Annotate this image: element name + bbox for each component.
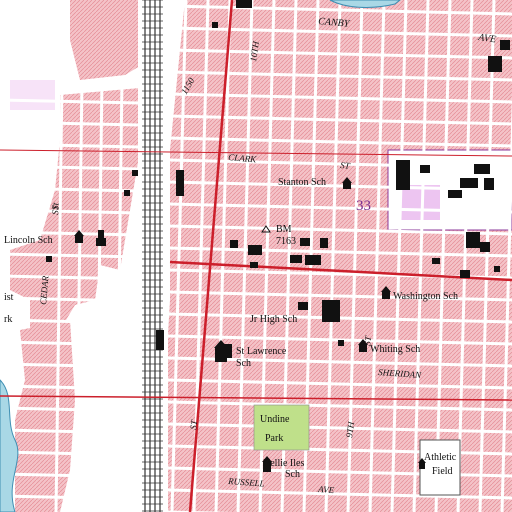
building [305,255,321,265]
urban-area-southwest [15,320,75,512]
building [480,242,490,252]
building [298,302,308,310]
west-st-label: St [50,202,61,210]
building [320,238,328,248]
nellie-sch-label: Sch [285,469,300,480]
building [322,300,340,322]
purple-fill-2 [10,80,55,110]
field-label: Field [432,466,453,477]
stanton-school-label: Stanton Sch [278,177,326,188]
building [176,170,184,196]
building [124,190,130,196]
benchmark-label: BM [276,224,292,235]
building [420,165,430,173]
nellie-iles-label: Nellie Iles [263,458,304,469]
st-lawrence-sch-label: Sch [236,358,251,369]
topographic-map[interactable]: CANBY AVE CLARK ST 1150 Stanton Sch 33 B… [0,0,512,512]
washington-school-label: Washington Sch [393,291,458,302]
building [494,266,500,272]
russell-ave-label: AVE [317,484,335,495]
purple-fill-1 [400,185,440,220]
undine-label: Undine [260,414,290,425]
west-label-rk: rk [4,314,12,325]
building [212,22,218,28]
benchmark-value-label: 7163 [276,236,296,247]
building [448,190,462,198]
whiting-school-label: Whiting Sch [370,344,420,355]
athletic-label: Athletic [424,452,457,463]
building [98,230,104,238]
building [460,270,470,278]
railroad-corridor [138,0,168,512]
building [46,256,52,262]
jr-high-school-label: Jr High Sch [250,314,297,325]
building [466,232,480,248]
building [338,340,344,346]
building [248,245,262,255]
building [230,240,238,248]
building [396,160,410,190]
building [132,170,138,176]
building [96,238,106,246]
west-label-ist: ist [4,292,14,303]
building [236,0,252,8]
building [300,238,310,246]
park-label: Park [265,433,283,444]
building [460,178,478,188]
building [250,262,258,268]
building [484,178,494,190]
building [290,255,302,263]
building [432,258,440,264]
map-canvas: CANBY AVE CLARK ST 1150 Stanton Sch 33 B… [0,0,512,512]
building [500,40,510,50]
lincoln-school-label: Lincoln Sch [4,235,53,246]
st-lawrence-label: St Lawrence [236,346,287,357]
building [474,164,490,174]
section-number-label: 33 [356,198,371,214]
building [488,56,502,72]
building [156,330,164,350]
